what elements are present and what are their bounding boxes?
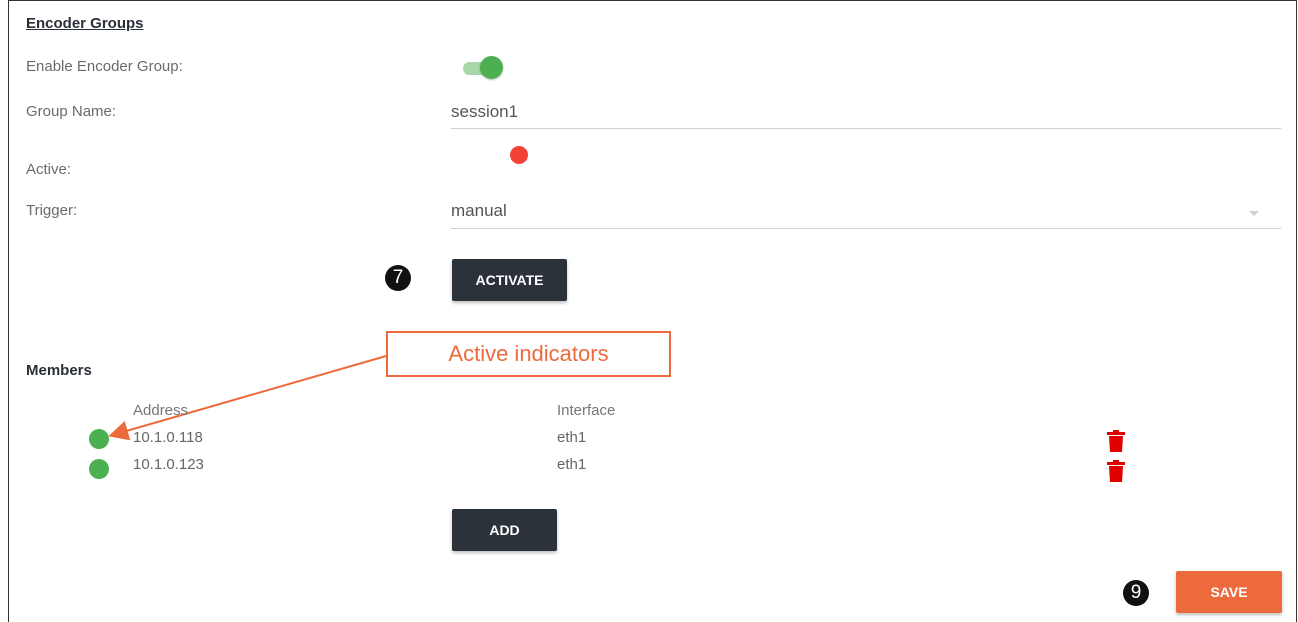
callout-arrow [108,355,387,441]
table-row: 10.1.0.118 eth1 [80,426,1180,454]
trash-icon[interactable] [1107,430,1125,452]
step-badge-9: 9 [1123,580,1149,606]
member-address: 10.1.0.118 [133,429,203,446]
table-row: 10.1.0.123 eth1 [80,456,1180,484]
member-address: 10.1.0.123 [133,456,204,473]
save-button[interactable]: SAVE [1176,571,1282,613]
member-interface: eth1 [557,456,587,473]
active-indicator [89,459,109,479]
member-interface: eth1 [557,429,587,446]
interface-column-header: Interface [557,402,616,419]
active-indicator [89,429,109,449]
address-column-header: Address [133,402,189,419]
trash-icon[interactable] [1107,460,1125,482]
add-member-button[interactable]: ADD [452,509,557,551]
members-title: Members [26,362,92,379]
